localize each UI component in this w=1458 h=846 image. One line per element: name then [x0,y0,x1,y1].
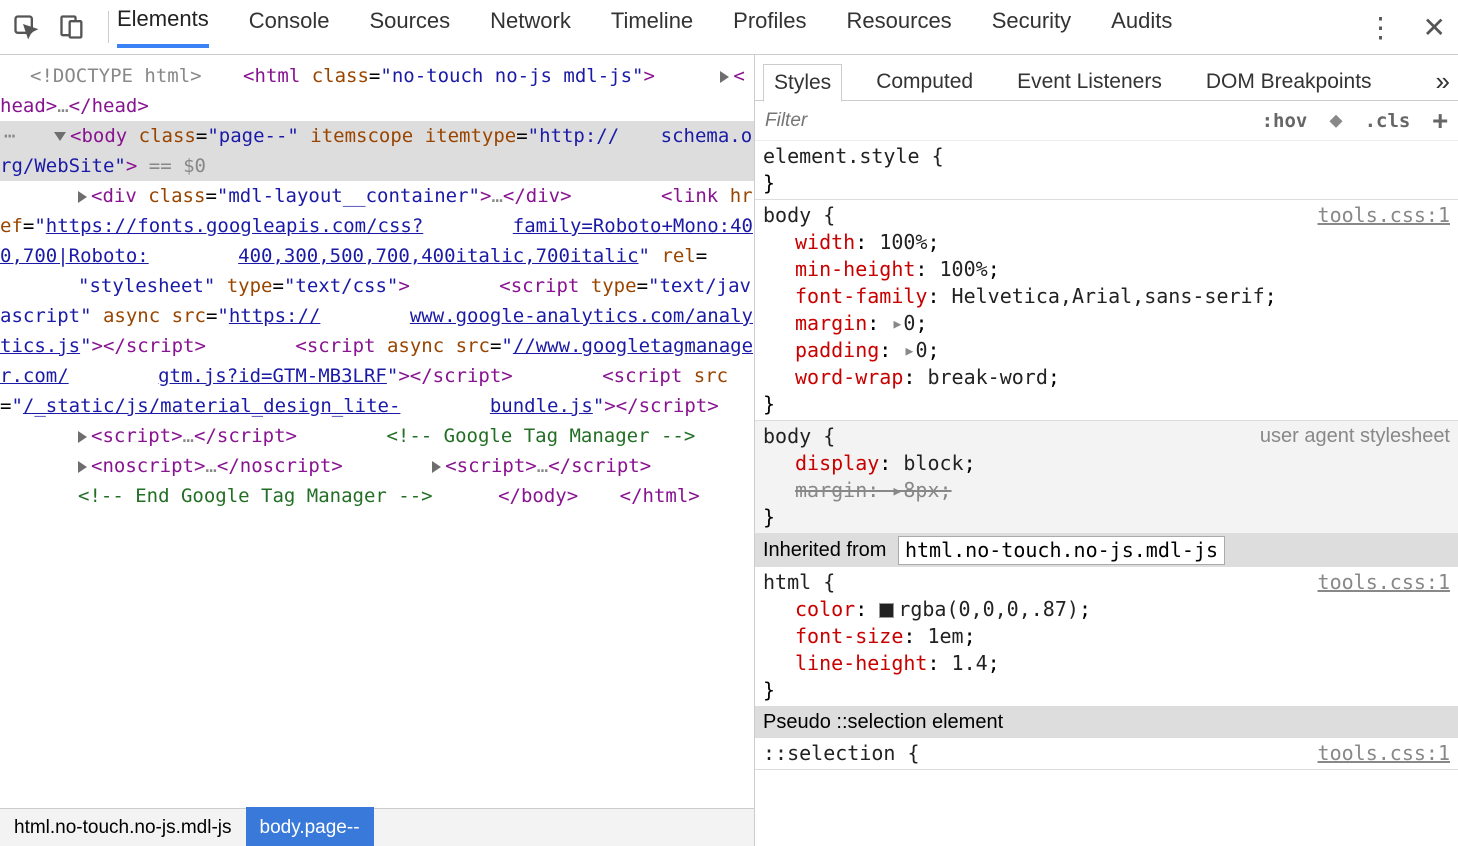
tab-audits[interactable]: Audits [1111,8,1172,46]
dom-breadcrumb: html.no-touch.no-js.mdl-js body.page-- [0,808,754,846]
expand-icon[interactable] [432,461,441,473]
inspect-icon[interactable] [12,13,40,41]
html-open-node[interactable]: <html class="no-touch no-js mdl-js"> [213,65,655,87]
close-icon[interactable]: ✕ [1423,11,1446,44]
source-link[interactable]: tools.css:1 [1318,202,1450,229]
source-link[interactable]: tools.css:1 [1318,569,1450,596]
html-close-node[interactable]: </html> [590,485,700,507]
cls-toggle[interactable]: .cls [1365,110,1411,132]
noscript-collapsed[interactable]: <noscript>…</noscript> [0,455,343,477]
inherited-from-header: Inherited from html.no-touch.no-js.mdl-j… [755,534,1458,567]
script-collapsed-2[interactable]: <script>…</script> [354,455,651,477]
styles-tab[interactable]: Styles [763,64,842,102]
crumb-html[interactable]: html.no-touch.no-js.mdl-js [0,807,246,846]
comment-gtm-start: <!-- Google Tag Manager --> [386,425,695,447]
console-ref: == $0 [149,155,206,177]
styles-rules[interactable]: element.style { } body {tools.css:1 widt… [755,141,1458,846]
rule-element-style[interactable]: element.style { } [755,141,1458,200]
pseudo-selection-header: Pseudo ::selection element [755,707,1458,738]
script-collapsed-1[interactable]: <script>…</script> [0,425,297,447]
collapse-icon[interactable] [54,132,66,141]
elements-tree[interactable]: <!DOCTYPE html> <html class="no-touch no… [0,55,755,846]
rule-html[interactable]: html {tools.css:1 color: rgba(0,0,0,.87)… [755,567,1458,707]
panel-tabs: Elements Console Sources Network Timelin… [117,6,1172,48]
body-node-selected[interactable]: <body class="page--" itemscope itemtype=… [0,121,754,181]
styles-sidebar: Styles Computed Event Listeners DOM Brea… [755,55,1458,846]
more-tabs-icon[interactable]: » [1436,66,1450,97]
tab-timeline[interactable]: Timeline [611,8,693,46]
expand-icon[interactable] [78,431,87,443]
event-listeners-tab[interactable]: Event Listeners [1007,64,1172,100]
color-swatch[interactable] [879,603,894,618]
doctype-node: <!DOCTYPE html> [30,65,202,87]
tab-security[interactable]: Security [992,8,1071,46]
comment-gtm-end: <!-- End Google Tag Manager --> [78,485,433,507]
tab-network[interactable]: Network [490,8,571,46]
expand-icon[interactable] [720,71,729,83]
main-area: <!DOCTYPE html> <html class="no-touch no… [0,55,1458,846]
computed-tab[interactable]: Computed [866,64,983,100]
tab-profiles[interactable]: Profiles [733,8,806,46]
crumb-body[interactable]: body.page-- [246,807,374,846]
tab-sources[interactable]: Sources [369,8,450,46]
rule-body[interactable]: body {tools.css:1 width: 100%; min-heigh… [755,200,1458,421]
styles-filter-row: :hov ◆ .cls + [755,101,1458,141]
body-close-node[interactable]: </body> [444,485,578,507]
tab-console[interactable]: Console [249,8,330,46]
diamond-icon[interactable]: ◆ [1329,108,1342,133]
styles-filter-input[interactable] [765,110,1012,132]
rule-body-ua[interactable]: body {user agent stylesheet display: blo… [755,421,1458,534]
ua-source: user agent stylesheet [1260,423,1450,450]
tab-elements[interactable]: Elements [117,6,209,48]
inherited-chip[interactable]: html.no-touch.no-js.mdl-js [898,536,1225,565]
rule-selection[interactable]: ::selection {tools.css:1 [755,738,1458,770]
expand-icon[interactable] [78,191,87,203]
div-container-node[interactable]: <div class="mdl-layout__container">…</di… [0,185,572,207]
tab-resources[interactable]: Resources [847,8,952,46]
kebab-menu-icon[interactable]: ⋮ [1367,11,1395,44]
source-link[interactable]: tools.css:1 [1318,740,1450,767]
toolbar-divider [108,11,109,43]
hov-toggle[interactable]: :hov [1262,110,1308,132]
device-mode-icon[interactable] [58,13,86,41]
devtools-toolbar: Elements Console Sources Network Timelin… [0,0,1458,55]
dom-breakpoints-tab[interactable]: DOM Breakpoints [1196,64,1382,100]
styles-tabstrip: Styles Computed Event Listeners DOM Brea… [755,55,1458,101]
new-rule-icon[interactable]: + [1432,106,1448,136]
expand-icon[interactable] [78,461,87,473]
